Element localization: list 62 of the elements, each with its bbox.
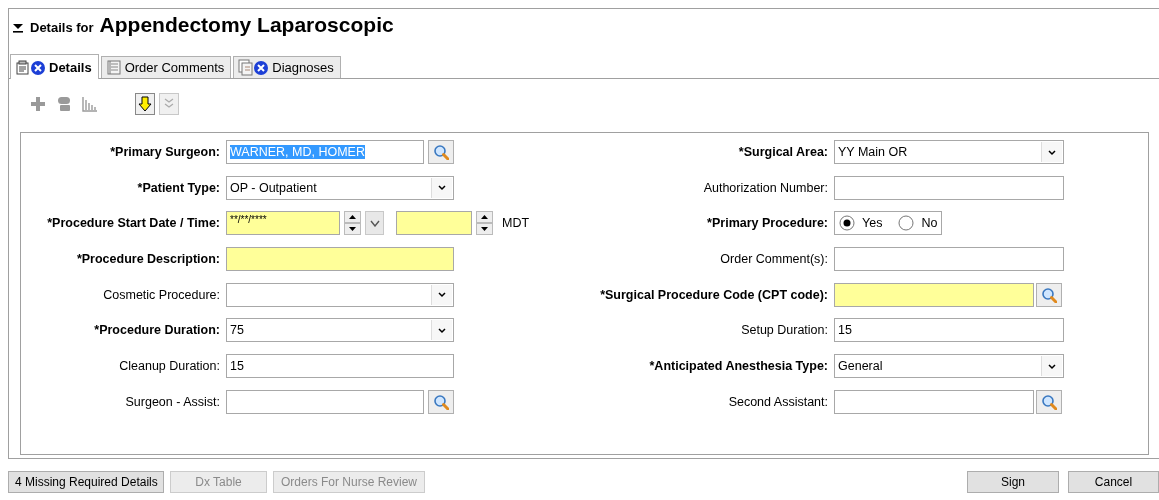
radio-option[interactable]: No (898, 215, 938, 232)
caret-icon (1047, 361, 1057, 371)
field-label: *Surgical Procedure Code (CPT code): (599, 287, 828, 302)
down-arrow-icon (136, 94, 154, 113)
tab[interactable]: Details (10, 54, 99, 79)
search-icon (433, 144, 449, 160)
field-label: *Procedure Start Date / Time: (46, 216, 220, 231)
field-label: *Surgical Area: (737, 145, 828, 159)
field-label: *Procedure Duration: (93, 323, 220, 338)
spinner-control[interactable] (476, 211, 493, 236)
search-icon (1041, 286, 1057, 303)
input-field[interactable] (226, 247, 454, 272)
search-button[interactable] (428, 140, 454, 164)
time-field[interactable] (396, 211, 472, 236)
field-label: Surgeon - Assist: (124, 394, 220, 409)
radio-option[interactable]: Yes (839, 215, 883, 232)
dropdown[interactable]: YY Main OR (834, 140, 1064, 164)
caret-icon (437, 290, 447, 300)
input-field[interactable] (834, 389, 1034, 414)
tab[interactable]: Diagnoses (233, 56, 341, 78)
procedure-title: Appendectomy Laparoscopic (99, 13, 394, 37)
footer-button[interactable]: Sign (967, 471, 1059, 493)
calendar-dropdown-button[interactable] (365, 211, 384, 236)
dropdown[interactable]: OP - Outpatient (226, 175, 454, 200)
field-label: *Procedure Description: (75, 252, 220, 267)
field-label: Cosmetic Procedure: (102, 287, 220, 302)
field-label: *Primary Surgeon: (109, 145, 220, 159)
dropdown[interactable]: General (834, 354, 1064, 379)
caret-icon (1047, 147, 1057, 157)
date-field[interactable]: **/**/**** (226, 211, 340, 236)
field-label: Cleanup Duration: (118, 359, 220, 374)
search-button[interactable] (428, 389, 454, 414)
input-field[interactable] (834, 247, 1064, 272)
field-label: *Anticipated Anesthesia Type: (648, 359, 828, 374)
field-label: *Patient Type: (136, 180, 220, 195)
field-label: Second Assistant: (727, 394, 828, 409)
caret-icon (437, 183, 447, 193)
collapse-icon (12, 21, 24, 33)
search-button[interactable] (1036, 282, 1062, 307)
input-field[interactable]: 15 (226, 354, 454, 379)
field-label: Authorization Number: (702, 180, 828, 195)
field-label: *Primary Procedure: (706, 216, 828, 231)
input-field[interactable] (834, 282, 1034, 307)
field-label: Setup Duration: (740, 323, 828, 338)
search-icon (433, 393, 449, 410)
input-field[interactable]: 15 (834, 318, 1064, 343)
dropdown[interactable]: 75 (226, 318, 454, 343)
time-zone-label: MDT (502, 216, 530, 231)
toolbar-button[interactable] (135, 92, 155, 115)
caret-icon (437, 325, 447, 335)
input-field[interactable] (226, 389, 424, 414)
tab[interactable]: Order Comments (100, 56, 232, 78)
dropdown[interactable] (226, 282, 454, 307)
field-label: Order Comment(s): (719, 252, 828, 267)
footer-button[interactable]: Cancel (1068, 471, 1159, 493)
search-button[interactable] (1036, 389, 1062, 414)
search-icon (1041, 393, 1057, 410)
caret-icon (369, 219, 380, 227)
footer-button[interactable]: 4 Missing Required Details (8, 471, 164, 493)
input-field[interactable] (834, 175, 1064, 200)
details-for-label: Details for (30, 20, 94, 35)
spinner-control[interactable] (344, 211, 361, 236)
